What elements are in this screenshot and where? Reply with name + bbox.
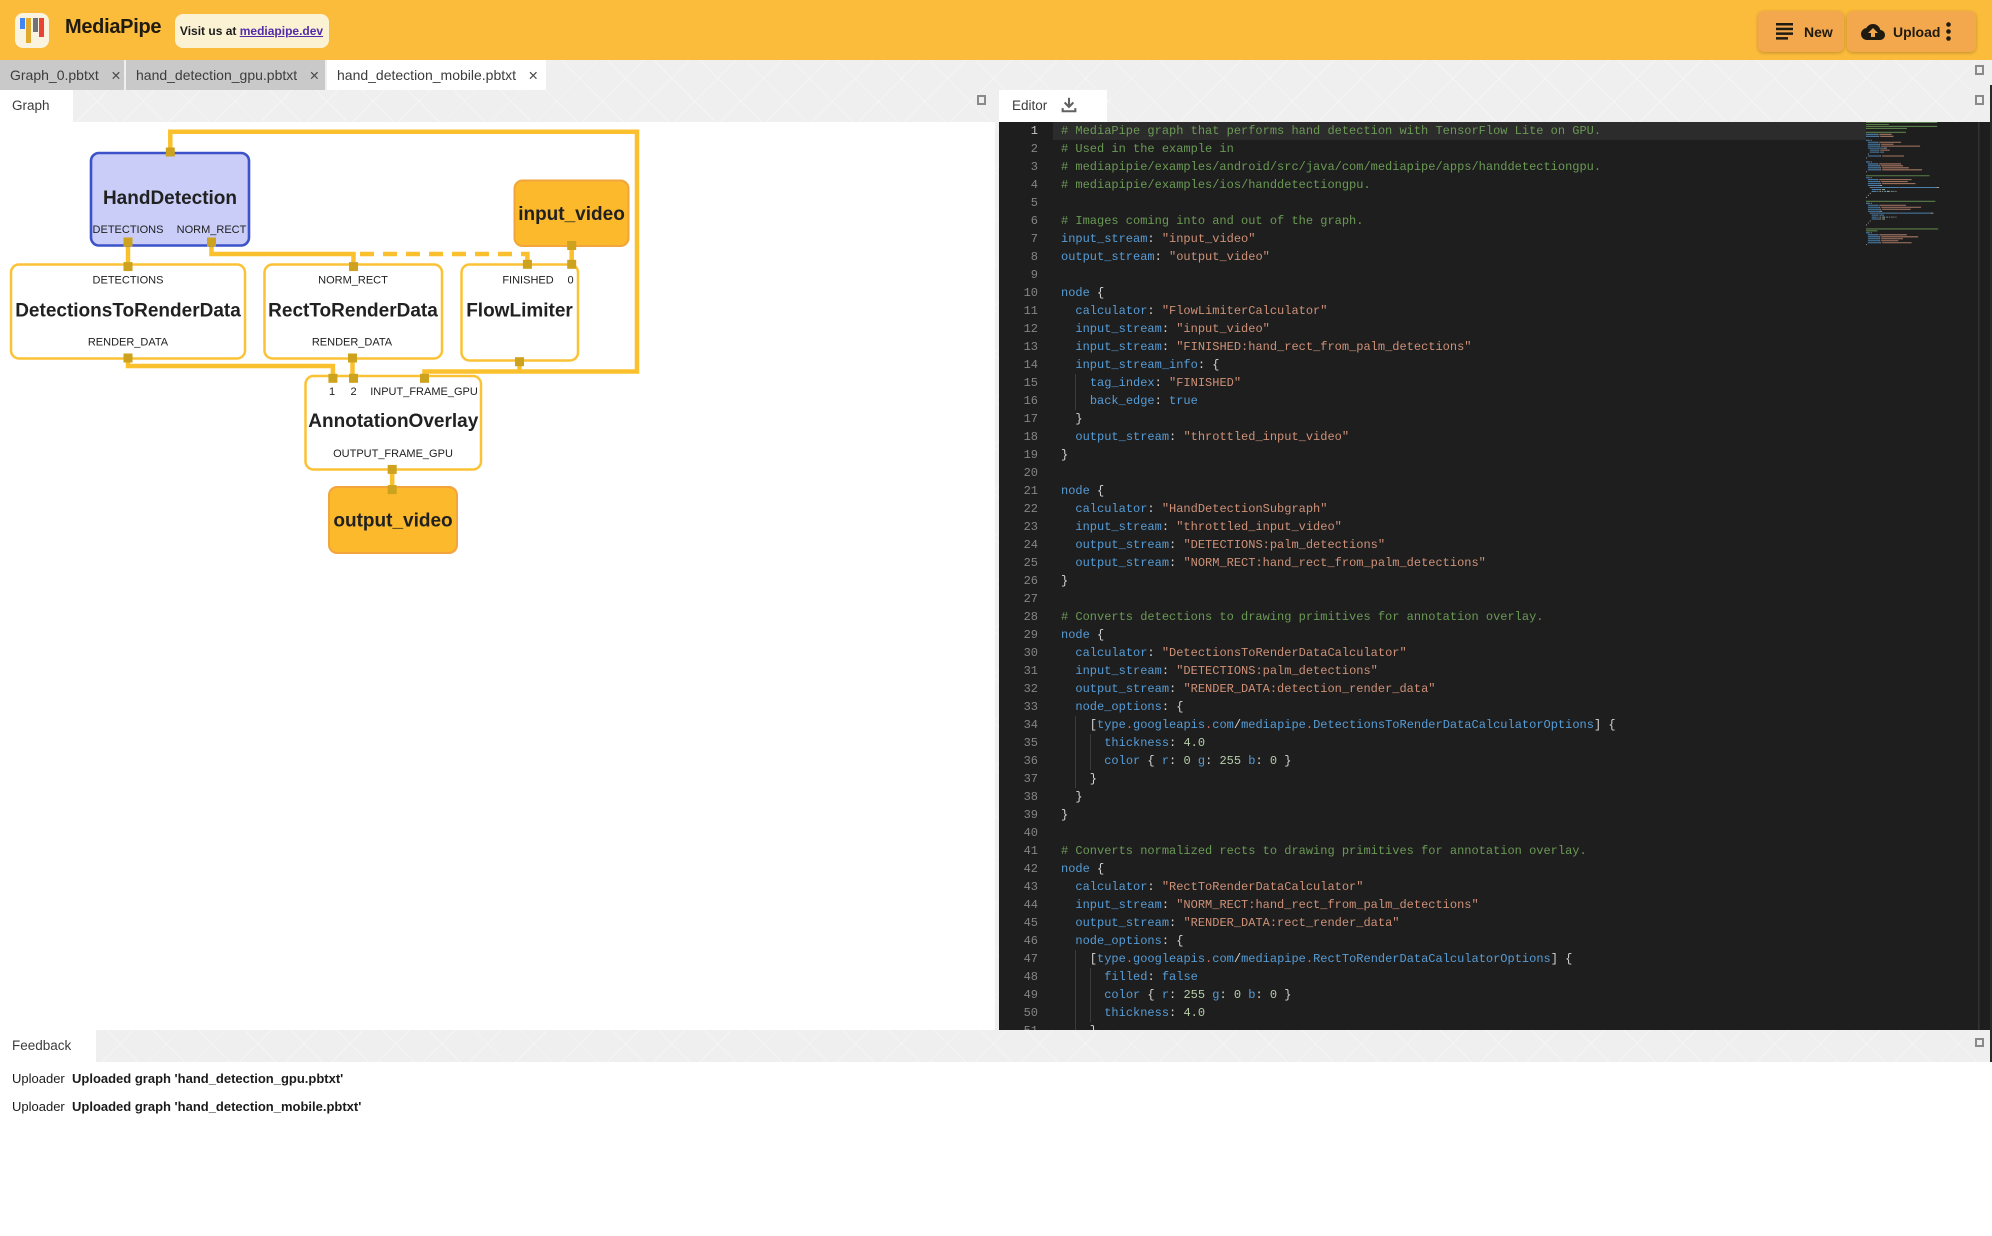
svg-text:HandDetection: HandDetection (103, 188, 237, 209)
svg-text:2: 2 (350, 386, 356, 398)
svg-text:NORM_RECT: NORM_RECT (318, 275, 388, 287)
svg-text:FINISHED: FINISHED (502, 275, 553, 287)
svg-text:NORM_RECT: NORM_RECT (177, 224, 247, 236)
svg-text:INPUT_FRAME_GPU: INPUT_FRAME_GPU (370, 386, 478, 398)
svg-text:DETECTIONS: DETECTIONS (93, 275, 164, 287)
svg-text:RENDER_DATA: RENDER_DATA (312, 337, 393, 349)
svg-text:RENDER_DATA: RENDER_DATA (88, 337, 169, 349)
svg-text:FlowLimiter: FlowLimiter (466, 301, 573, 322)
svg-text:output_video: output_video (333, 511, 452, 532)
svg-text:OUTPUT_FRAME_GPU: OUTPUT_FRAME_GPU (333, 448, 453, 460)
svg-text:DETECTIONS: DETECTIONS (93, 224, 164, 236)
svg-text:RectToRenderData: RectToRenderData (268, 301, 438, 322)
svg-text:AnnotationOverlay: AnnotationOverlay (308, 411, 478, 432)
svg-text:1: 1 (329, 386, 335, 398)
svg-text:DetectionsToRenderData: DetectionsToRenderData (15, 301, 241, 322)
svg-text:input_video: input_video (518, 204, 625, 225)
svg-text:0: 0 (568, 275, 574, 287)
